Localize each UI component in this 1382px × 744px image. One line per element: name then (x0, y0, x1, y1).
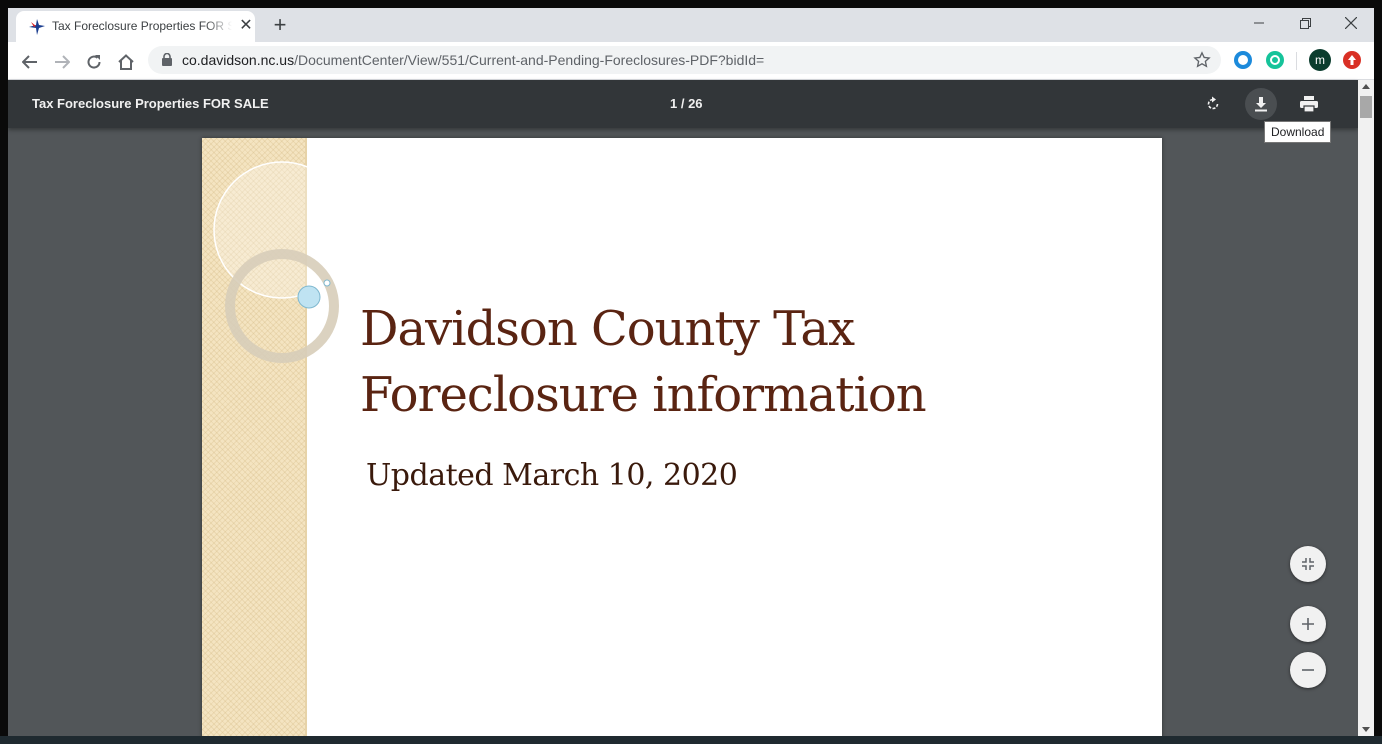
tab-title: Tax Foreclosure Properties FOR SALE (52, 19, 232, 33)
lock-icon (162, 53, 172, 66)
reload-icon (87, 55, 101, 69)
close-window-button[interactable] (1328, 8, 1374, 38)
print-icon (1300, 96, 1318, 112)
scrollbar-thumb[interactable] (1360, 96, 1372, 118)
heading-line-2: Foreclosure information (360, 367, 927, 423)
page-indicator: 1 / 26 (670, 96, 703, 111)
url-path: /DocumentCenter/View/551/Current-and-Pen… (294, 52, 765, 68)
pdf-page: Davidson County Tax Foreclosure informat… (202, 138, 1162, 744)
heading-line-1: Davidson County Tax (360, 301, 855, 357)
url-domain: co.davidson.nc.us (182, 52, 295, 68)
download-tooltip: Download (1264, 121, 1332, 143)
download-icon (1255, 97, 1267, 112)
new-tab-button[interactable]: + (268, 14, 292, 38)
back-button[interactable] (16, 48, 44, 76)
tab-close-icon[interactable]: ✕ (238, 18, 254, 34)
update-alert-icon[interactable] (1343, 51, 1361, 69)
vertical-scrollbar[interactable] (1358, 80, 1374, 736)
zoom-out-button[interactable] (1290, 652, 1326, 688)
extension-icon[interactable] (1234, 51, 1252, 69)
document-subheading: Updated March 10, 2020 (366, 458, 738, 493)
plus-icon (1302, 618, 1314, 630)
back-arrow-icon (22, 55, 37, 69)
minimize-button[interactable] (1236, 8, 1282, 38)
tab-strip: Tax Foreclosure Properties FOR SALE ✕ + (8, 8, 1374, 42)
restore-icon (1299, 17, 1311, 29)
document-title: Tax Foreclosure Properties FOR SALE (32, 96, 269, 111)
reload-button[interactable] (80, 48, 108, 76)
fit-page-icon (1302, 558, 1314, 570)
forward-arrow-icon (55, 55, 70, 69)
print-button[interactable] (1293, 88, 1325, 120)
grammarly-extension-icon[interactable] (1266, 51, 1284, 69)
browser-tab[interactable]: Tax Foreclosure Properties FOR SALE ✕ (16, 11, 255, 42)
browser-window: Tax Foreclosure Properties FOR SALE ✕ + (8, 8, 1374, 744)
close-icon (1345, 17, 1357, 29)
profile-avatar[interactable]: m (1309, 49, 1331, 71)
download-button[interactable] (1245, 88, 1277, 120)
home-icon (118, 54, 134, 70)
address-bar[interactable]: co.davidson.nc.us/DocumentCenter/View/55… (148, 46, 1221, 74)
favicon-icon (29, 19, 45, 35)
scroll-up-icon[interactable] (1362, 84, 1370, 89)
document-heading: Davidson County Tax Foreclosure informat… (360, 296, 927, 428)
restore-button[interactable] (1282, 8, 1328, 38)
toolbar-divider (1296, 52, 1297, 70)
decorative-circles (213, 161, 342, 363)
pdf-viewer-toolbar: Tax Foreclosure Properties FOR SALE 1 / … (8, 80, 1358, 128)
rotate-icon (1207, 96, 1219, 110)
minimize-icon (1254, 22, 1264, 24)
up-arrow-icon (1348, 55, 1356, 65)
minus-icon (1302, 669, 1314, 671)
url-text: co.davidson.nc.us/DocumentCenter/View/55… (182, 52, 764, 68)
zoom-in-button[interactable] (1290, 606, 1326, 642)
fit-to-page-button[interactable] (1290, 546, 1326, 582)
home-button[interactable] (112, 48, 140, 76)
browser-toolbar: co.davidson.nc.us/DocumentCenter/View/55… (8, 42, 1374, 80)
scroll-down-icon[interactable] (1362, 727, 1370, 732)
rotate-button[interactable] (1197, 88, 1229, 120)
bookmark-star-icon[interactable] (1193, 51, 1211, 69)
forward-button[interactable] (48, 48, 76, 76)
os-taskbar (0, 736, 1382, 744)
